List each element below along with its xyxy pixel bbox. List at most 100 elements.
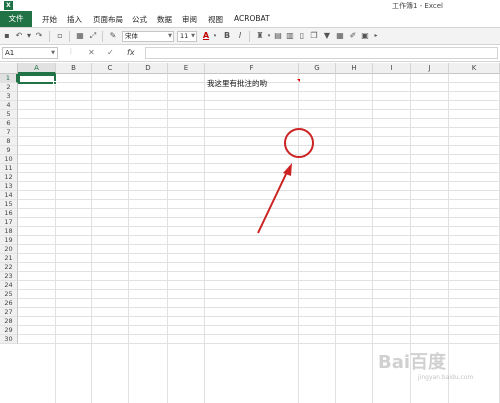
row-header-9[interactable]: 9 (0, 146, 18, 155)
column-header-c[interactable]: C (92, 63, 129, 74)
italic-button[interactable]: I (235, 31, 245, 41)
row-header-24[interactable]: 24 (0, 281, 18, 290)
row-header-14[interactable]: 14 (0, 191, 18, 200)
select-all-corner[interactable] (0, 63, 18, 74)
formula-input[interactable] (145, 47, 498, 59)
column-header-e[interactable]: E (168, 63, 205, 74)
zoom-icon[interactable]: ⤢ (88, 31, 98, 41)
row-header-13[interactable]: 13 (0, 182, 18, 191)
more-commands-icon[interactable]: ▸ (371, 31, 381, 41)
tab-insert[interactable]: 插入 (67, 14, 82, 25)
tab-data[interactable]: 数据 (157, 14, 172, 25)
chart-icon[interactable]: ▤ (273, 31, 283, 41)
column-header-j[interactable]: J (411, 63, 449, 74)
row-gridline (18, 136, 500, 137)
row-gridline (18, 262, 500, 263)
tab-home[interactable]: 开始 (42, 14, 57, 25)
row-header-8[interactable]: 8 (0, 137, 18, 146)
row-header-23[interactable]: 23 (0, 272, 18, 281)
save-icon[interactable]: ▪ (2, 31, 12, 41)
column-header-h[interactable]: H (336, 63, 373, 74)
row-header-2[interactable]: 2 (0, 83, 18, 92)
formula-bar: A1 ▼ ⋮ ✕ ✓ fx (0, 45, 500, 62)
insert-function-icon[interactable]: fx (127, 48, 135, 57)
row-gridline (18, 307, 500, 308)
name-box[interactable]: A1 ▼ (2, 47, 58, 59)
row-header-17[interactable]: 17 (0, 218, 18, 227)
row-header-11[interactable]: 11 (0, 164, 18, 173)
tab-formulas[interactable]: 公式 (132, 14, 147, 25)
row-header-26[interactable]: 26 (0, 299, 18, 308)
row-header-22[interactable]: 22 (0, 263, 18, 272)
row-header-7[interactable]: 7 (0, 128, 18, 137)
row-header-6[interactable]: 6 (0, 119, 18, 128)
row-gridline (18, 334, 500, 335)
table-icon[interactable]: ▦ (335, 31, 345, 41)
layout-icon[interactable]: ▦ (75, 31, 85, 41)
enter-icon[interactable]: ✓ (107, 48, 114, 57)
print-preview-icon[interactable]: ▫ (55, 31, 65, 41)
row-header-29[interactable]: 29 (0, 326, 18, 335)
format-painter-icon[interactable]: ✎ (108, 31, 118, 41)
copy-icon[interactable]: ❐ (309, 31, 319, 41)
insert-icon[interactable]: ▥ (285, 31, 295, 41)
column-header-b[interactable]: B (56, 63, 92, 74)
font-size-select[interactable]: 11 ▼ (177, 31, 197, 42)
comment-indicator[interactable] (297, 79, 300, 82)
row-header-28[interactable]: 28 (0, 317, 18, 326)
row-header-3[interactable]: 3 (0, 92, 18, 101)
undo-dropdown-icon[interactable]: ▾ (24, 31, 34, 41)
fill-handle[interactable] (53, 81, 57, 85)
row-header-21[interactable]: 21 (0, 254, 18, 263)
formula-bar-grip-icon: ⋮ (68, 48, 74, 55)
page-icon[interactable]: ▯ (297, 31, 307, 41)
column-gridline (448, 74, 449, 403)
row-gridline (18, 271, 500, 272)
row-gridline (18, 190, 500, 191)
cancel-icon[interactable]: ✕ (88, 48, 95, 57)
column-header-g[interactable]: G (299, 63, 336, 74)
filter-icon[interactable]: ▼ (322, 31, 332, 41)
row-header-1[interactable]: 1 (0, 74, 18, 83)
row-gridline (18, 154, 500, 155)
column-header-a[interactable]: A (18, 63, 56, 74)
tab-review[interactable]: 审阅 (182, 14, 197, 25)
undo-icon[interactable]: ↶ (14, 31, 24, 41)
row-header-18[interactable]: 18 (0, 227, 18, 236)
arrange-icon[interactable]: ▣ (360, 31, 370, 41)
row-header-10[interactable]: 10 (0, 155, 18, 164)
row-gridline (18, 109, 500, 110)
edit-icon[interactable]: ✐ (348, 31, 358, 41)
tab-acrobat[interactable]: ACROBAT (234, 14, 270, 23)
row-header-19[interactable]: 19 (0, 236, 18, 245)
row-header-16[interactable]: 16 (0, 209, 18, 218)
row-header-12[interactable]: 12 (0, 173, 18, 182)
watermark-url: jingyan.baidu.com (418, 374, 474, 381)
row-header-20[interactable]: 20 (0, 245, 18, 254)
column-header-d[interactable]: D (129, 63, 168, 74)
row-header-25[interactable]: 25 (0, 290, 18, 299)
column-header-i[interactable]: I (373, 63, 411, 74)
cell-f7[interactable]: 我这里有批注的哟 (207, 78, 267, 89)
row-header-30[interactable]: 30 (0, 335, 18, 344)
excel-app-icon: X (4, 1, 13, 10)
font-name-select[interactable]: 宋体 ▼ (122, 31, 174, 42)
column-header-k[interactable]: K (449, 63, 500, 74)
row-header-15[interactable]: 15 (0, 200, 18, 209)
column-gridline (91, 74, 92, 403)
active-cell-a1[interactable] (18, 74, 56, 84)
tab-page-layout[interactable]: 页面布局 (93, 14, 123, 25)
font-color-dropdown-icon[interactable]: ▾ (210, 31, 220, 41)
tab-file[interactable]: 文件 (0, 11, 32, 27)
tab-view[interactable]: 视图 (208, 14, 223, 25)
column-header-f[interactable]: F (205, 63, 299, 74)
row-gridline (18, 100, 500, 101)
column-gridline (335, 74, 336, 403)
bold-button[interactable]: B (222, 31, 232, 41)
row-header-27[interactable]: 27 (0, 308, 18, 317)
row-gridline (18, 226, 500, 227)
title-bar: X 工作簿1 - Excel (0, 0, 500, 11)
row-header-5[interactable]: 5 (0, 110, 18, 119)
redo-icon[interactable]: ↷ (34, 31, 44, 41)
row-header-4[interactable]: 4 (0, 101, 18, 110)
